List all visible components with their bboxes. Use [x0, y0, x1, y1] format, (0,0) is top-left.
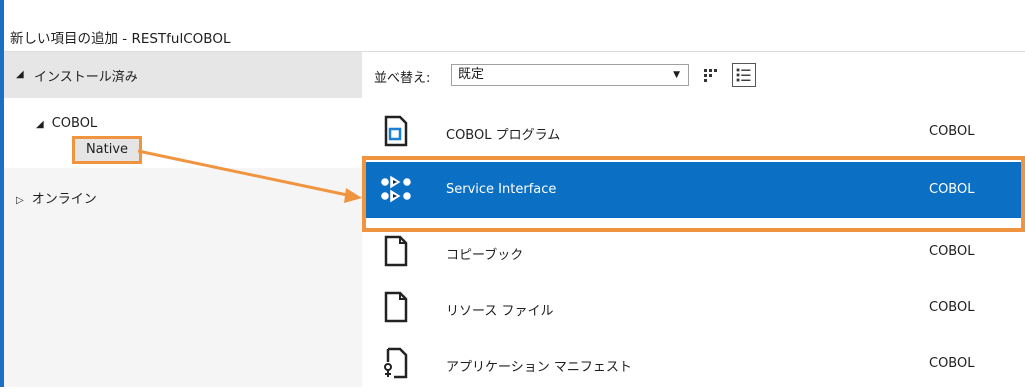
collapsed-triangle-icon: ▷: [16, 195, 24, 206]
item-language: COBOL: [929, 244, 975, 259]
item-name: リソース ファイル: [446, 304, 554, 319]
cobol-program-icon: [384, 115, 408, 147]
item-name: Service Interface: [446, 182, 557, 197]
sort-dropdown-value: 既定: [458, 67, 485, 82]
list-view-icon[interactable]: [732, 63, 756, 87]
tree-item-cobol-label: COBOL: [51, 116, 98, 131]
list-item-cobol-program[interactable]: COBOL プログラム COBOL: [362, 104, 1025, 160]
item-name: コピーブック: [446, 248, 524, 263]
item-name: アプリケーション マニフェスト: [446, 360, 632, 375]
add-new-item-dialog: 新しい項目の追加 - RESTfulCOBOL ◢ インストール済み ◢ COBO…: [0, 0, 1025, 387]
resource-file-icon: [384, 291, 408, 323]
list-item-app-manifest[interactable]: アプリケーション マニフェスト COBOL: [362, 336, 1025, 392]
sort-label: 並べ替え:: [374, 71, 431, 86]
tree-item-cobol[interactable]: ◢ COBOL: [36, 116, 97, 131]
tree-item-native[interactable]: Native: [72, 136, 142, 164]
small-icons-view-icon[interactable]: [700, 64, 722, 86]
expanded-triangle-icon: ◢: [36, 119, 44, 130]
item-language: COBOL: [929, 300, 975, 315]
list-item-service-interface[interactable]: Service Interface COBOL: [362, 162, 1025, 218]
installed-tree: [4, 98, 362, 168]
tree-item-online[interactable]: ▷ オンライン: [16, 188, 97, 207]
item-language: COBOL: [929, 124, 975, 139]
expanded-triangle-icon: ◢: [16, 69, 24, 80]
item-language: COBOL: [929, 182, 975, 197]
item-language: COBOL: [929, 356, 975, 371]
list-item-copybook[interactable]: コピーブック COBOL: [362, 224, 1025, 280]
tree-item-native-label: Native: [85, 142, 129, 157]
tree-item-online-label: オンライン: [31, 192, 97, 207]
template-category-pane: ◢ インストール済み ◢ COBOL Native ▷ オンライン: [4, 52, 362, 387]
sort-toolbar: 並べ替え: 既定 ▼: [362, 52, 1025, 98]
installed-label: インストール済み: [34, 70, 138, 85]
copybook-icon: [384, 235, 408, 267]
installed-group-header[interactable]: ◢ インストール済み: [4, 52, 362, 98]
chevron-down-icon: ▼: [673, 70, 680, 80]
app-manifest-icon: [384, 347, 408, 379]
list-item-resource-file[interactable]: リソース ファイル COBOL: [362, 280, 1025, 336]
window-title: 新しい項目の追加 - RESTfulCOBOL: [10, 31, 231, 47]
title-bar: 新しい項目の追加 - RESTfulCOBOL: [4, 0, 1025, 52]
item-name: COBOL プログラム: [446, 128, 561, 143]
service-interface-icon: [381, 175, 411, 203]
sort-dropdown[interactable]: 既定 ▼: [451, 64, 689, 86]
